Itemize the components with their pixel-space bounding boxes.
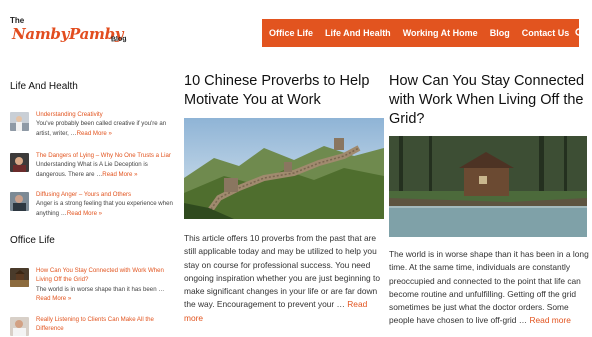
logo-the: The <box>10 16 25 25</box>
read-more-link[interactable]: Read More » <box>77 130 112 137</box>
article-excerpt: The world is in worse shape than it has … <box>389 248 589 328</box>
sidebar-post[interactable]: How Can You Stay Connected with Work Whe… <box>10 266 175 304</box>
sidebar-post[interactable]: Diffusing Anger – Yours and Others Anger… <box>10 190 175 218</box>
read-more-link[interactable]: Read More » <box>36 295 71 302</box>
post-title-link[interactable]: Diffusing Anger – Yours and Others <box>36 191 131 198</box>
post-thumbnail[interactable] <box>10 268 29 287</box>
post-title-link[interactable]: The Dangers of Lying – Why No One Trusts… <box>36 152 171 159</box>
sidebar-post[interactable]: The Dangers of Lying – Why No One Trusts… <box>10 151 175 179</box>
nav-contact-us[interactable]: Contact Us <box>516 28 576 38</box>
main-nav: Office Life Life And Health Working At H… <box>262 19 585 47</box>
post-thumbnail[interactable] <box>10 192 29 211</box>
post-title-link[interactable]: How Can You Stay Connected with Work Whe… <box>36 267 164 283</box>
article-title[interactable]: How Can You Stay Connected with Work Whe… <box>389 72 589 129</box>
site-logo[interactable]: The NambyPamby Blog <box>10 16 140 58</box>
nav-working-at-home[interactable]: Working At Home <box>397 28 484 38</box>
read-more-link[interactable]: Read more <box>529 315 570 325</box>
site-header: The NambyPamby Blog Office Life Life And… <box>0 0 592 66</box>
post-thumbnail[interactable] <box>10 112 29 131</box>
post-title-link[interactable]: Really Listening to Clients Can Make All… <box>36 316 154 332</box>
sidebar-section-title: Office Life <box>10 235 55 246</box>
article-image-great-wall[interactable] <box>184 118 384 219</box>
nav-office-life[interactable]: Office Life <box>262 28 319 38</box>
post-excerpt: The world is in worse shape than it has … <box>36 285 165 293</box>
post-thumbnail[interactable] <box>10 317 29 336</box>
sidebar-post[interactable]: Understanding Creativity You've probably… <box>10 110 175 138</box>
sidebar: Life And Health Understanding Creativity… <box>0 66 178 337</box>
article-title[interactable]: 10 Chinese Proverbs to Help Motivate You… <box>184 72 384 110</box>
article-excerpt: This article offers 10 proverbs from the… <box>184 232 384 325</box>
read-more-link[interactable]: Read More » <box>67 210 102 217</box>
nav-life-and-health[interactable]: Life And Health <box>319 28 397 38</box>
post-excerpt: Anger is a strong feeling that you exper… <box>36 200 173 217</box>
sidebar-section-title: Life And Health <box>10 81 78 92</box>
post-title-link[interactable]: Understanding Creativity <box>36 111 103 118</box>
logo-name: NambyPamby <box>12 25 124 43</box>
sidebar-post[interactable]: Really Listening to Clients Can Make All… <box>10 315 175 336</box>
logo-blog: Blog <box>110 35 127 44</box>
read-more-link[interactable]: Read More » <box>102 171 137 178</box>
article-image-cabin[interactable] <box>389 136 587 237</box>
search-icon[interactable] <box>575 19 585 47</box>
nav-blog[interactable]: Blog <box>484 28 516 38</box>
article-excerpt-text: The world is in worse shape than it has … <box>389 249 589 326</box>
article-excerpt-text: This article offers 10 proverbs from the… <box>184 233 381 310</box>
post-thumbnail[interactable] <box>10 153 29 172</box>
